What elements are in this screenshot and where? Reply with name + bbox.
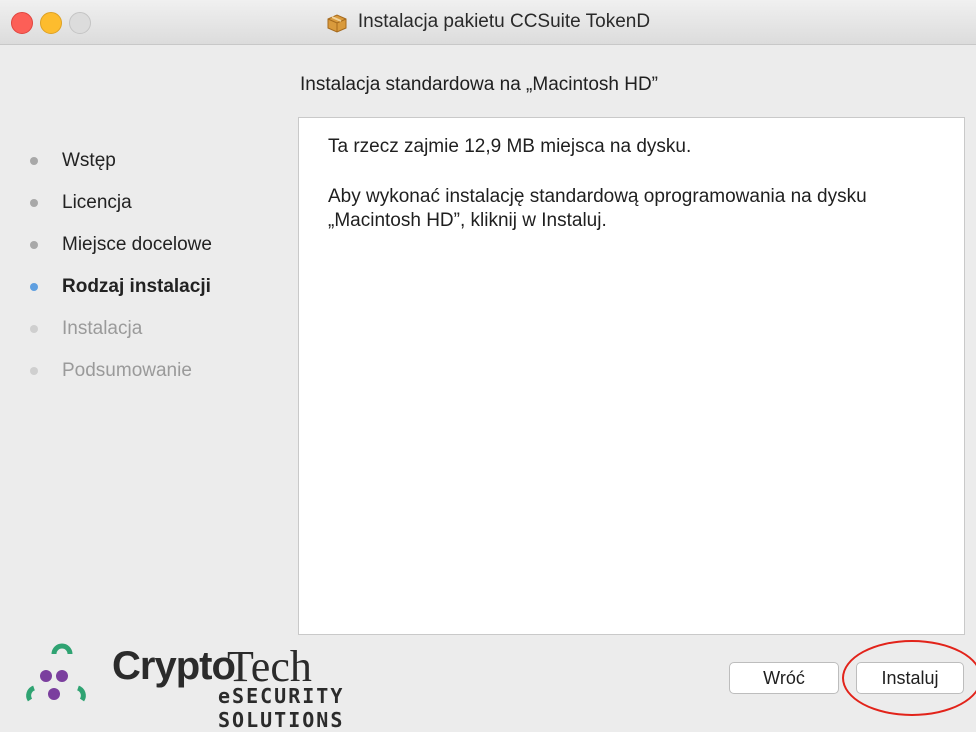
cryptotech-logo: Crypto Tech eSECURITY SOLUTIONS	[20, 642, 480, 732]
installer-steps: Wstęp Licencja Miejsce docelowe Rodzaj i…	[0, 140, 280, 392]
package-icon	[327, 14, 347, 33]
logo-crypto-text: Crypto	[112, 644, 236, 688]
step-miejsce-docelowe: Miejsce docelowe	[0, 224, 280, 266]
page-heading: Instalacja standardowa na „Macintosh HD”	[300, 74, 659, 95]
title-bar: Instalacja pakietu CCSuite TokenD	[0, 0, 976, 45]
step-label: Instalacja	[62, 318, 143, 339]
cryptotech-logo-icon	[26, 643, 86, 702]
step-bullet	[30, 241, 38, 249]
step-bullet	[30, 325, 38, 333]
step-licencja: Licencja	[0, 182, 280, 224]
disk-space-text: Ta rzecz zajmie 12,9 MB miejsca na dysku…	[328, 136, 692, 157]
window-title: Instalacja pakietu CCSuite TokenD	[357, 11, 651, 32]
logo-tagline: eSECURITY SOLUTIONS	[218, 684, 345, 732]
step-bullet-current	[30, 283, 38, 291]
step-instalacja: Instalacja	[0, 308, 280, 350]
back-button[interactable]: Wróć	[729, 662, 839, 694]
install-instruction-text: Aby wykonać instalację standardową oprog…	[328, 186, 867, 231]
step-label: Licencja	[62, 192, 132, 213]
step-label: Rodzaj instalacji	[62, 276, 211, 297]
window-title-group: Instalacja pakietu CCSuite TokenD	[0, 0, 976, 44]
install-button[interactable]: Instaluj	[856, 662, 964, 694]
step-wstep: Wstęp	[0, 140, 280, 182]
step-label: Miejsce docelowe	[62, 234, 212, 255]
step-bullet	[30, 367, 38, 375]
content-panel: Ta rzecz zajmie 12,9 MB miejsca na dysku…	[298, 117, 965, 635]
step-label: Wstęp	[62, 150, 116, 171]
step-rodzaj-instalacji: Rodzaj instalacji	[0, 266, 280, 308]
step-bullet	[30, 157, 38, 165]
step-podsumowanie: Podsumowanie	[0, 350, 280, 392]
step-label: Podsumowanie	[62, 360, 192, 381]
step-bullet	[30, 199, 38, 207]
